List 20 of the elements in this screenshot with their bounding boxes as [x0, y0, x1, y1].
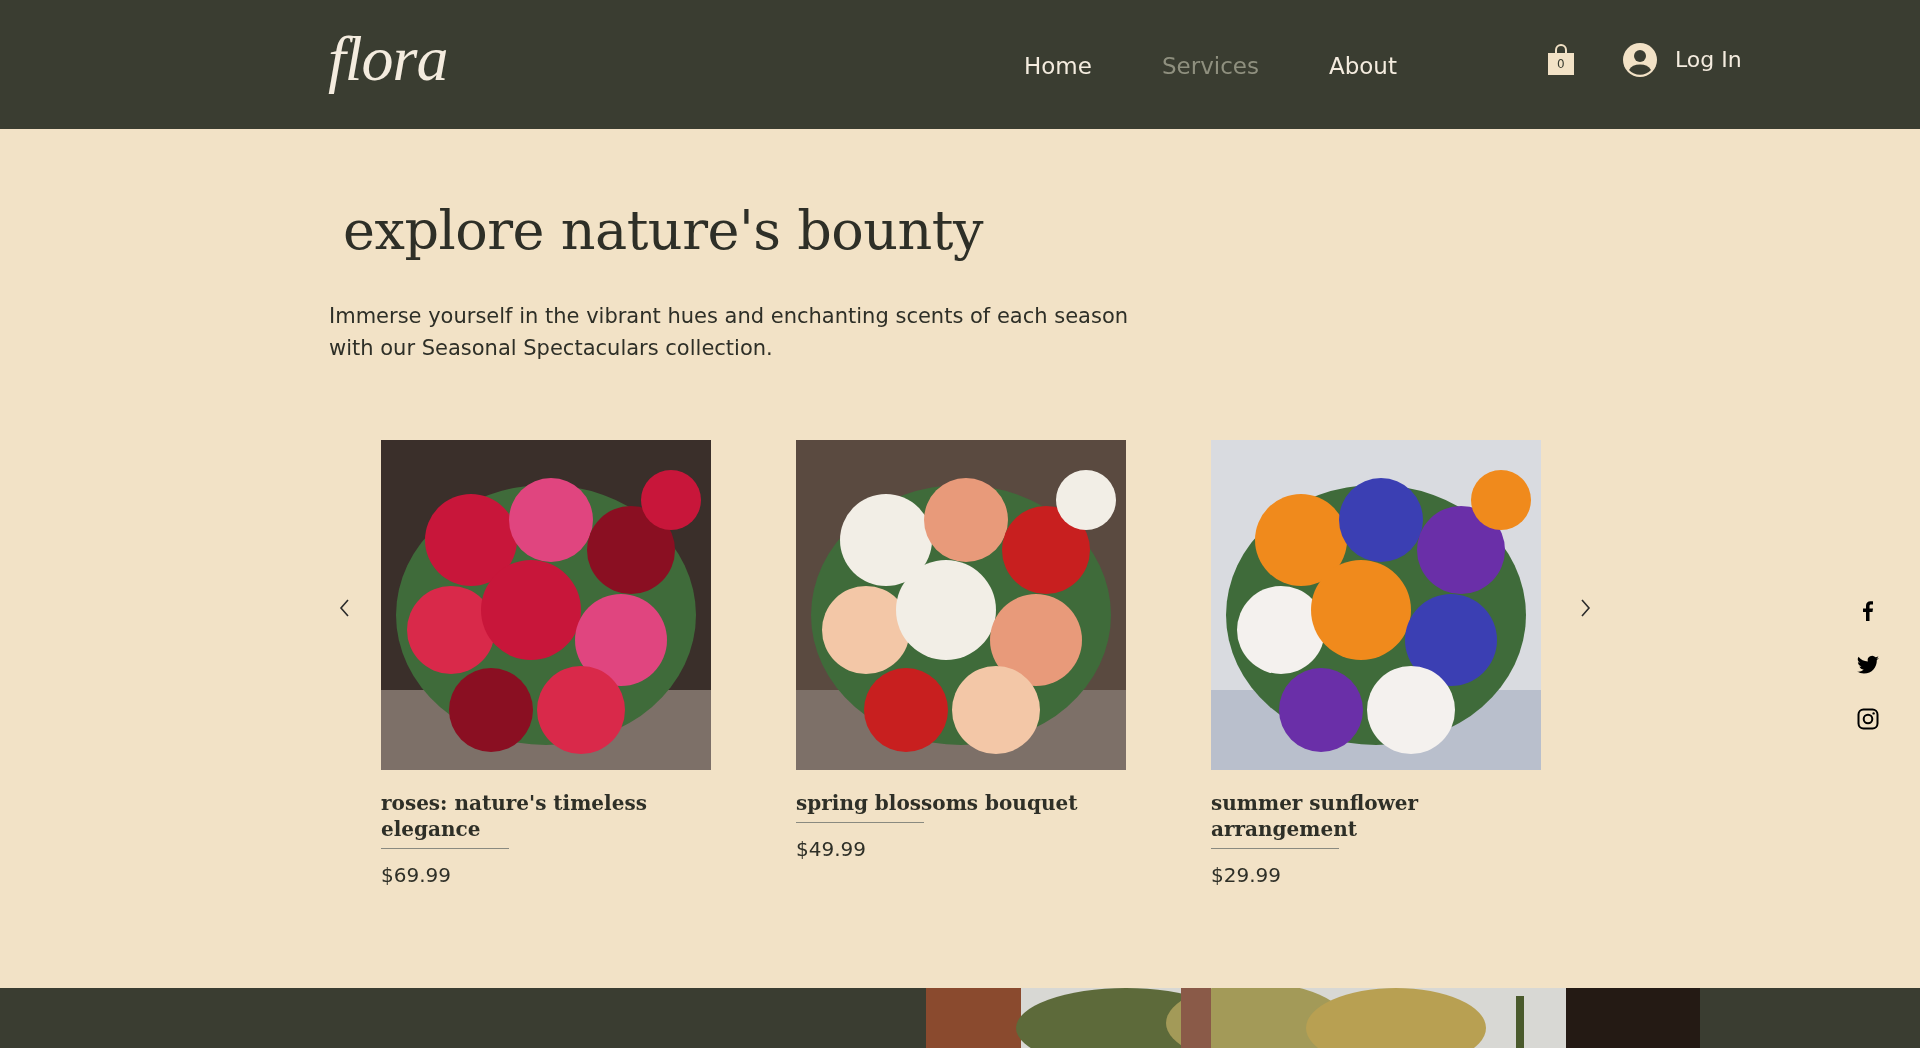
login-link[interactable]: Log In	[1674, 47, 1742, 72]
cart-button[interactable]: 0	[1546, 43, 1575, 76]
chevron-right-icon[interactable]	[1580, 599, 1591, 617]
logo[interactable]: flora	[328, 21, 478, 96]
intro-paragraph: Immerse yourself in the vibrant hues and enchanting scents of each season with our Seasonal Spectaculars collection.	[329, 303, 1130, 362]
product-price: $29.99	[1211, 863, 1281, 887]
chevron-left-icon[interactable]	[339, 599, 350, 617]
page-heading: explore nature's bounty	[343, 199, 985, 262]
nav-link[interactable]: About	[1328, 52, 1397, 79]
bird-icon[interactable]	[1856, 653, 1880, 677]
product-title-link[interactable]: summer sunflower arrangement	[1211, 790, 1521, 842]
product-title-link[interactable]: roses: nature's timeless elegance	[381, 790, 691, 842]
shopping-bag-icon	[1546, 43, 1575, 76]
cart-count: 0	[1556, 56, 1566, 71]
nav-link[interactable]: Home	[1024, 52, 1092, 79]
product-price: $69.99	[381, 863, 451, 887]
user-avatar-icon[interactable]	[1622, 42, 1657, 77]
product-title-link[interactable]: spring blossoms bouquet	[796, 790, 1106, 816]
instagram-icon[interactable]	[1856, 707, 1880, 731]
product-price: $49.99	[796, 837, 866, 861]
